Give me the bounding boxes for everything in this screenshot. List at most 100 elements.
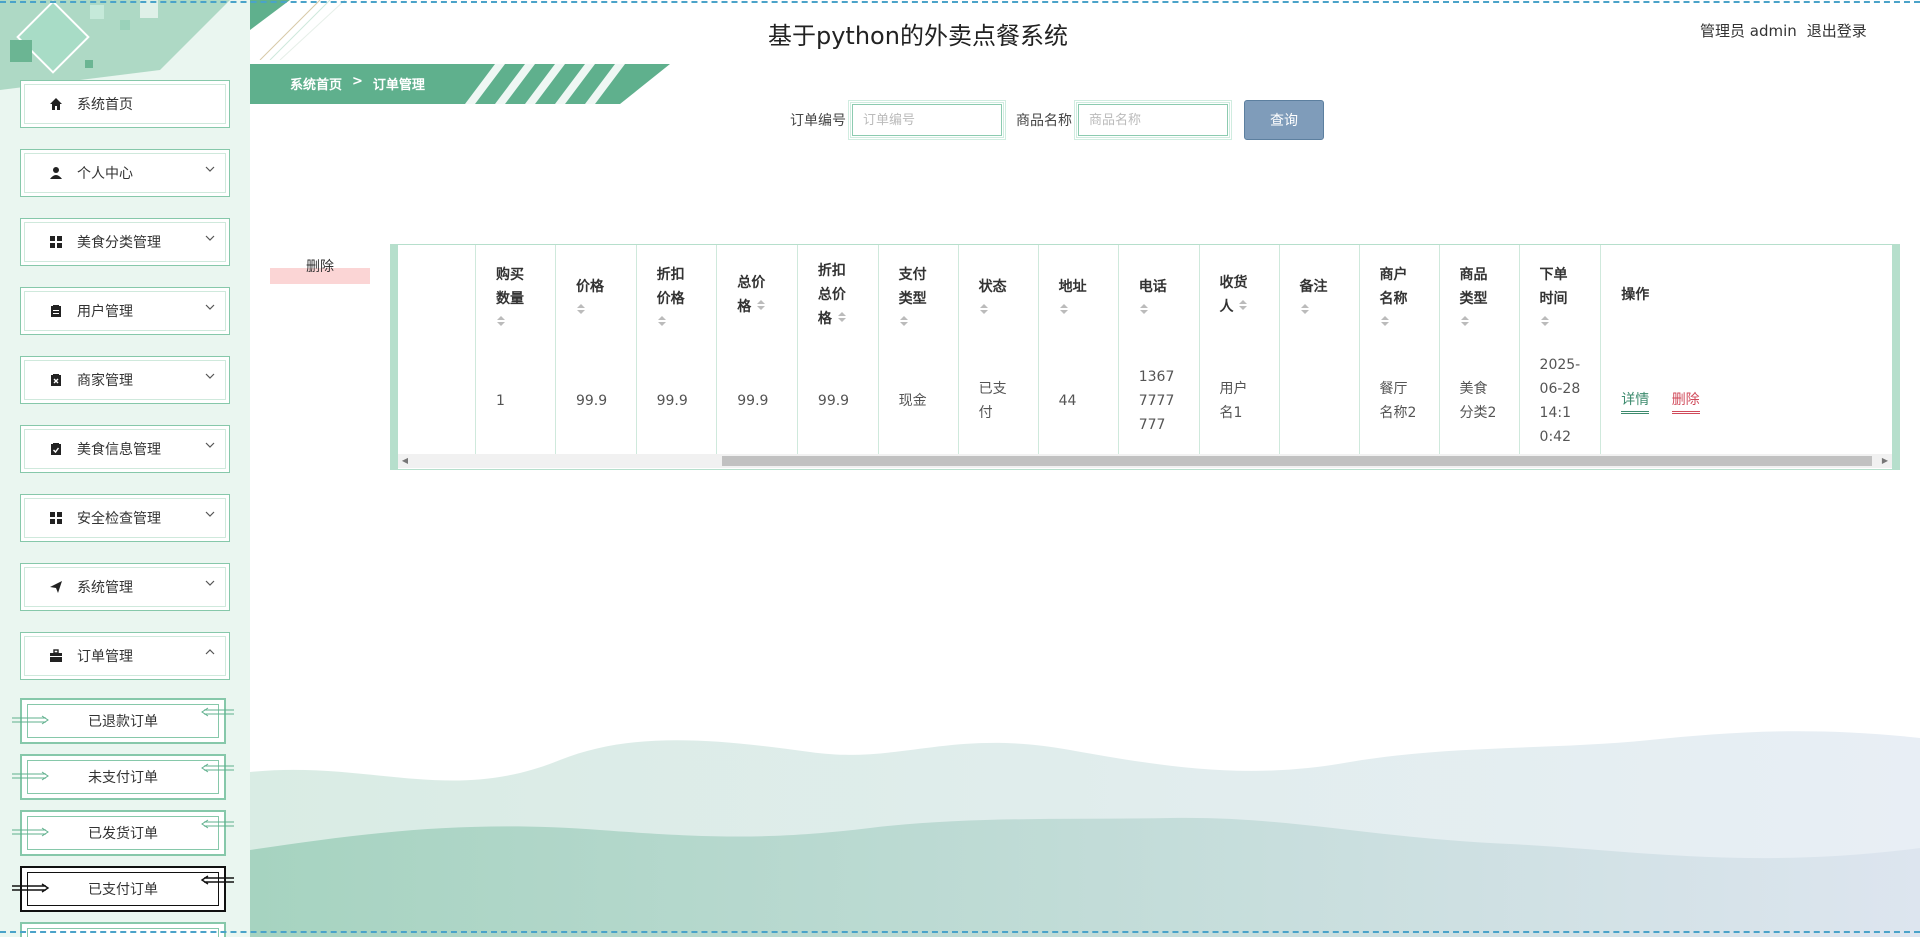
submenu-label: 已支付订单: [88, 882, 158, 898]
column-header[interactable]: 收货人: [1198, 245, 1280, 345]
column-header[interactable]: 下单 时间: [1518, 245, 1601, 345]
column-header[interactable]: 状态: [957, 245, 1039, 345]
submenu-partial-item[interactable]: [20, 922, 226, 937]
sidebar-item-label: 订单管理: [77, 649, 133, 665]
submenu-unpaid-orders[interactable]: 未支付订单: [12, 754, 234, 800]
arrow-left-icon: [200, 875, 234, 885]
order-no-label: 订单编号: [790, 113, 846, 129]
column-header[interactable]: 商户 名称: [1358, 245, 1440, 345]
horizontal-scrollbar[interactable]: ◀ ▶: [398, 454, 1892, 468]
discount-total-cell: 99.9: [796, 345, 879, 457]
breadcrumb-separator: >: [352, 74, 363, 89]
arrow-left-icon: [201, 707, 234, 717]
grid-icon: [47, 509, 65, 527]
orders-table: 购买 数量 价格 折扣 价格 总价格 折扣 总价格 支付 类型 状态 地址 电话 收货人…: [390, 244, 1900, 470]
category-cell: 美食 分类2: [1438, 345, 1520, 457]
detail-button[interactable]: 详情: [1621, 389, 1650, 414]
submenu-shipped-orders[interactable]: 已发货订单: [12, 810, 234, 856]
chevron-down-icon: [205, 304, 215, 310]
table-row: 1 99.9 99.9 99.9 99.9 现金 已支付 44 1367 7777…: [398, 345, 1892, 457]
sidebar-item-label: 安全检查管理: [77, 511, 161, 527]
sort-icon[interactable]: [576, 303, 586, 315]
sidebar-item-label: 商家管理: [77, 373, 133, 389]
submenu-paid-orders[interactable]: 已支付订单: [12, 866, 234, 912]
clipboard-x-icon: [47, 371, 65, 389]
sort-icon[interactable]: [1460, 315, 1470, 327]
chevron-down-icon: [205, 511, 215, 517]
column-header[interactable]: 总价格: [716, 245, 798, 345]
sort-icon[interactable]: [1059, 303, 1069, 315]
column-header[interactable]: 备注: [1278, 245, 1360, 345]
qty-cell: 1: [474, 345, 556, 457]
sort-icon[interactable]: [899, 315, 909, 327]
remark-cell: [1278, 345, 1360, 457]
select-cell[interactable]: [398, 345, 475, 457]
sort-icon[interactable]: [1238, 299, 1248, 311]
bulk-delete-button[interactable]: 删除: [270, 254, 370, 284]
user-label: 管理员 admin: [1700, 22, 1797, 40]
column-header[interactable]: 价格: [554, 245, 637, 345]
order-time-cell: 2025- 06-28 14:1 0:42: [1518, 345, 1601, 457]
sidebar-item-food-category[interactable]: 美食分类管理: [20, 218, 230, 266]
column-header[interactable]: 商品 类型: [1438, 245, 1520, 345]
column-header[interactable]: 购买 数量: [474, 245, 556, 345]
column-header[interactable]: 折扣 总价格: [796, 245, 879, 345]
wave-background: [250, 731, 1920, 937]
sort-icon[interactable]: [756, 299, 766, 311]
sidebar-item-label: 美食分类管理: [77, 235, 161, 251]
chevron-up-icon: [205, 649, 215, 655]
breadcrumb-current: 订单管理: [372, 78, 425, 93]
briefcase-icon: [47, 647, 65, 665]
column-header[interactable]: 折扣 价格: [635, 245, 717, 345]
sidebar-item-food-info[interactable]: 美食信息管理: [20, 425, 230, 473]
clipboard-icon: [47, 302, 65, 320]
sort-icon[interactable]: [1139, 303, 1149, 315]
breadcrumb-home[interactable]: 系统首页: [290, 74, 342, 93]
sort-icon[interactable]: [1540, 315, 1550, 327]
sidebar-item-safety-check[interactable]: 安全检查管理: [20, 494, 230, 542]
sort-icon[interactable]: [657, 315, 667, 327]
total-price-cell: 99.9: [716, 345, 798, 457]
submenu-refunded-orders[interactable]: 已退款订单: [12, 698, 234, 744]
chevron-down-icon: [205, 442, 215, 448]
arrow-right-icon: [12, 883, 50, 893]
clipboard-check-icon: [47, 440, 65, 458]
sidebar-item-profile[interactable]: 个人中心: [20, 149, 230, 197]
column-header[interactable]: 支付 类型: [877, 245, 959, 345]
sort-icon[interactable]: [837, 311, 847, 323]
sort-icon[interactable]: [496, 315, 506, 327]
chevron-down-icon: [205, 373, 215, 379]
scrollbar-thumb[interactable]: [722, 456, 1872, 466]
delete-button[interactable]: 删除: [1671, 389, 1700, 414]
sidebar-item-system[interactable]: 系统管理: [20, 563, 230, 611]
logout-link[interactable]: 退出登录: [1807, 20, 1867, 41]
sidebar-item-orders[interactable]: 订单管理: [20, 632, 230, 680]
sidebar: 系统首页 个人中心 美食分类管理 用户管理 商家管理 美食信息管理 安全检查管理…: [0, 0, 250, 937]
column-header[interactable]: 地址: [1037, 245, 1119, 345]
product-name-input[interactable]: [1074, 100, 1232, 140]
sort-icon[interactable]: [1300, 303, 1310, 315]
sort-icon[interactable]: [1380, 315, 1390, 327]
app-title: 基于python的外卖点餐系统: [768, 22, 1068, 50]
bulk-delete-label: 删除: [306, 259, 334, 275]
table-header-row: 购买 数量 价格 折扣 价格 总价格 折扣 总价格 支付 类型 状态 地址 电话 收货人…: [398, 245, 1892, 345]
pay-type-cell: 现金: [877, 345, 959, 457]
discount-price-cell: 99.9: [635, 345, 717, 457]
submenu-label: 未支付订单: [88, 770, 158, 786]
phone-cell: 1367 7777 777: [1117, 345, 1200, 457]
sidebar-item-home[interactable]: 系统首页: [20, 80, 230, 128]
sidebar-item-merchants[interactable]: 商家管理: [20, 356, 230, 404]
scroll-right-icon[interactable]: ▶: [1880, 456, 1890, 466]
sidebar-item-users[interactable]: 用户管理: [20, 287, 230, 335]
arrow-right-icon: [12, 715, 49, 725]
order-no-input[interactable]: [848, 100, 1006, 140]
scroll-left-icon[interactable]: ◀: [400, 456, 410, 466]
breadcrumb: 系统首页 > 订单管理: [250, 64, 670, 104]
column-header[interactable]: 电话: [1117, 245, 1200, 345]
sort-icon[interactable]: [979, 303, 989, 315]
query-button[interactable]: 查询: [1244, 100, 1324, 140]
user-icon: [47, 164, 65, 182]
price-cell: 99.9: [554, 345, 637, 457]
arrow-left-icon: [201, 819, 234, 829]
arrow-right-icon: [12, 827, 49, 837]
